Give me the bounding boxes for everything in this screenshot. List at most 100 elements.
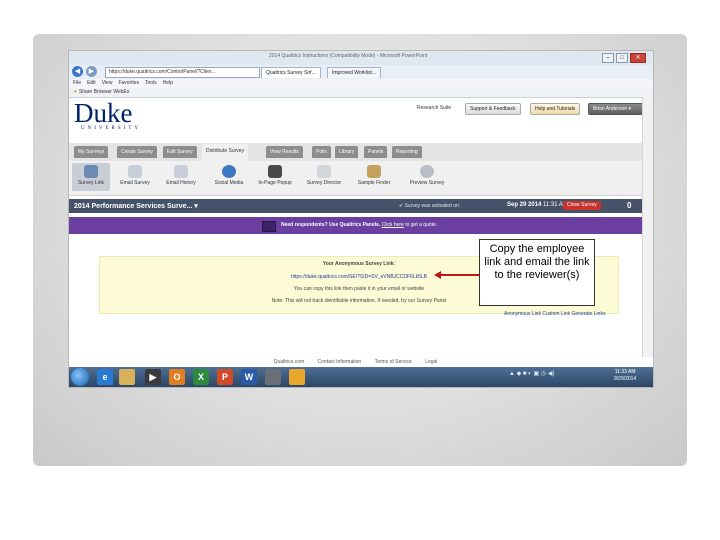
survey-title-text: 2014 Performance Services Surve... <box>74 203 193 210</box>
checkmark-icon: ✔ <box>399 203 404 209</box>
close-survey-button[interactable]: Close Survey <box>563 201 601 210</box>
tab-polls[interactable]: Polls <box>312 146 331 158</box>
footer-link[interactable]: Legal <box>425 359 437 365</box>
link-icon <box>84 165 98 178</box>
tab-reporting[interactable]: Reporting <box>392 146 422 158</box>
subtab-sample-finder[interactable]: Sample Finder <box>355 163 393 186</box>
chevron-down-icon: ▾ <box>194 203 198 210</box>
subtab-label: Survey Director <box>306 180 342 186</box>
address-row: ◀ ▶ https://duke.qualtrics.com/ControlPa… <box>69 65 653 79</box>
duke-logo-subtitle: UNIVERSITY <box>81 126 141 131</box>
browser-menu: File Edit View Favorites Tools Help <box>69 79 653 88</box>
excel-icon[interactable]: X <box>193 369 209 385</box>
back-icon[interactable]: ◀ <box>72 66 83 77</box>
tab-distribute-survey[interactable]: Distribute Survey <box>202 144 249 161</box>
survey-activation-date: Sep 29 2014 11:31 AM <box>507 202 568 208</box>
subtab-survey-director[interactable]: Survey Director <box>305 163 343 186</box>
windows-taskbar: e ▶ O X P W ▲ ◆ ■ ◐ ▣ ◷ ◀) 11:33 AM 9/29… <box>69 367 653 387</box>
user-name: Brian Anderson <box>593 106 628 112</box>
footer-link[interactable]: Contact Information <box>318 359 362 365</box>
director-icon <box>317 165 331 178</box>
callout-arrow-head <box>434 271 441 279</box>
subtab-preview-survey[interactable]: Preview Survey <box>408 163 446 186</box>
magnifier-icon <box>420 165 434 178</box>
chevron-down-icon: ▾ <box>628 106 632 112</box>
tab-library[interactable]: Library <box>335 146 359 158</box>
menu-tools[interactable]: Tools <box>145 80 157 86</box>
subtab-survey-link[interactable]: Survey Link <box>72 163 110 191</box>
taskbar-clock[interactable]: 11:33 AM 9/29/2014 <box>614 369 636 383</box>
instruction-callout: Copy the employee link and email the lin… <box>479 239 595 306</box>
callout-arrow-line <box>438 274 479 276</box>
favorites-items[interactable]: Share Browser WebEx <box>79 89 129 95</box>
menu-favorites[interactable]: Favorites <box>118 80 139 86</box>
browser-screenshot: 2014 Qualtrics Instructions (Compatibili… <box>68 50 654 388</box>
address-bar[interactable]: https://duke.qualtrics.com/ControlPanel/… <box>105 67 260 78</box>
tab-create-survey[interactable]: Create Survey <box>117 146 157 158</box>
powerpoint-icon[interactable]: P <box>217 369 233 385</box>
close-window-button[interactable]: ✕ <box>630 53 646 63</box>
promo-message: Need respondents? Use Qualtrics Panels. <box>281 222 381 228</box>
browser-tab-worklist[interactable]: Improved Worklist... <box>327 67 382 78</box>
main-tabs: My Surveys Create Survey Edit Survey Dis… <box>69 143 642 161</box>
survey-title[interactable]: 2014 Performance Services Surve... ▾ <box>74 202 198 210</box>
star-icon: ★ <box>73 89 78 95</box>
help-tutorials-button[interactable]: Help and Tutorials <box>530 103 581 115</box>
sample-finder-icon <box>367 165 381 178</box>
envelope-icon <box>128 165 142 178</box>
folder-icon[interactable] <box>119 369 135 385</box>
subtab-label: Email Survey <box>120 180 150 186</box>
tab-view-results[interactable]: View Results <box>266 146 303 158</box>
link-options[interactable]: Anonymous Link Custom Link Generate Link… <box>504 311 605 317</box>
app-icon[interactable] <box>265 369 281 385</box>
word-icon[interactable]: W <box>241 369 257 385</box>
tab-my-surveys[interactable]: My Surveys <box>74 146 109 158</box>
page-scrollbar[interactable] <box>642 97 653 357</box>
window-titlebar: 2014 Qualtrics Instructions (Compatibili… <box>69 51 653 65</box>
subtab-label: Preview Survey <box>409 180 445 186</box>
menu-view[interactable]: View <box>102 80 113 86</box>
window-title: 2014 Qualtrics Instructions (Compatibili… <box>269 53 428 59</box>
favorites-bar: ★ Share Browser WebEx <box>69 88 653 98</box>
promo-text: Need respondents? Use Qualtrics Panels. … <box>281 222 437 228</box>
subtab-email-survey[interactable]: Email Survey <box>116 163 154 186</box>
panels-promo-banner: Need respondents? Use Qualtrics Panels. … <box>69 217 642 234</box>
internet-explorer-icon[interactable]: e <box>97 369 113 385</box>
page-footer: Qualtrics.com Contact Information Terms … <box>69 357 642 367</box>
popup-icon <box>268 165 282 178</box>
subtab-label: In-Page Popup <box>258 180 292 186</box>
paint-icon[interactable] <box>289 369 305 385</box>
subtab-label: Survey Link <box>77 180 105 186</box>
footer-link[interactable]: Terms of Service <box>375 359 412 365</box>
promo-link[interactable]: Click here <box>382 222 404 228</box>
clock-date: 9/29/2014 <box>614 376 637 382</box>
menu-help[interactable]: Help <box>163 80 173 86</box>
subtab-social-media[interactable]: Social Media <box>210 163 248 186</box>
survey-date: Sep 29 2014 <box>507 202 542 208</box>
distribute-subtabs: Survey Link Email Survey Email History S… <box>69 161 642 196</box>
subtab-in-page-popup[interactable]: In-Page Popup <box>256 163 294 186</box>
media-player-icon[interactable]: ▶ <box>145 369 161 385</box>
duke-logo: Duke <box>74 98 133 128</box>
panels-icon <box>262 221 276 232</box>
response-count: 0 <box>627 201 632 210</box>
tab-edit-survey[interactable]: Edit Survey <box>163 146 197 158</box>
tab-panels[interactable]: Panels <box>364 146 388 158</box>
support-feedback-button[interactable]: Support & Feedback <box>465 103 521 115</box>
outlook-icon[interactable]: O <box>169 369 185 385</box>
maximize-button[interactable]: □ <box>616 53 628 63</box>
system-tray-icons[interactable]: ▲ ◆ ■ ◐ ▣ ◷ ◀) <box>509 370 554 377</box>
survey-status-bar: 2014 Performance Services Surve... ▾ ✔ S… <box>69 199 642 213</box>
forward-icon[interactable]: ▶ <box>86 66 97 77</box>
browser-tab-qualtrics[interactable]: Qualtrics Survey Sof... <box>261 67 321 78</box>
start-button[interactable] <box>71 368 89 386</box>
footer-link[interactable]: Qualtrics.com <box>274 359 305 365</box>
speech-bubble-icon <box>222 165 236 178</box>
minimize-button[interactable]: – <box>602 53 614 63</box>
subtab-label: Social Media <box>214 180 244 186</box>
subtab-email-history[interactable]: Email History <box>162 163 200 186</box>
user-account-button[interactable]: Brian Anderson ▾ <box>588 103 646 115</box>
menu-edit[interactable]: Edit <box>87 80 96 86</box>
research-suite-link[interactable]: Research Suite <box>417 105 451 111</box>
menu-file[interactable]: File <box>73 80 81 86</box>
